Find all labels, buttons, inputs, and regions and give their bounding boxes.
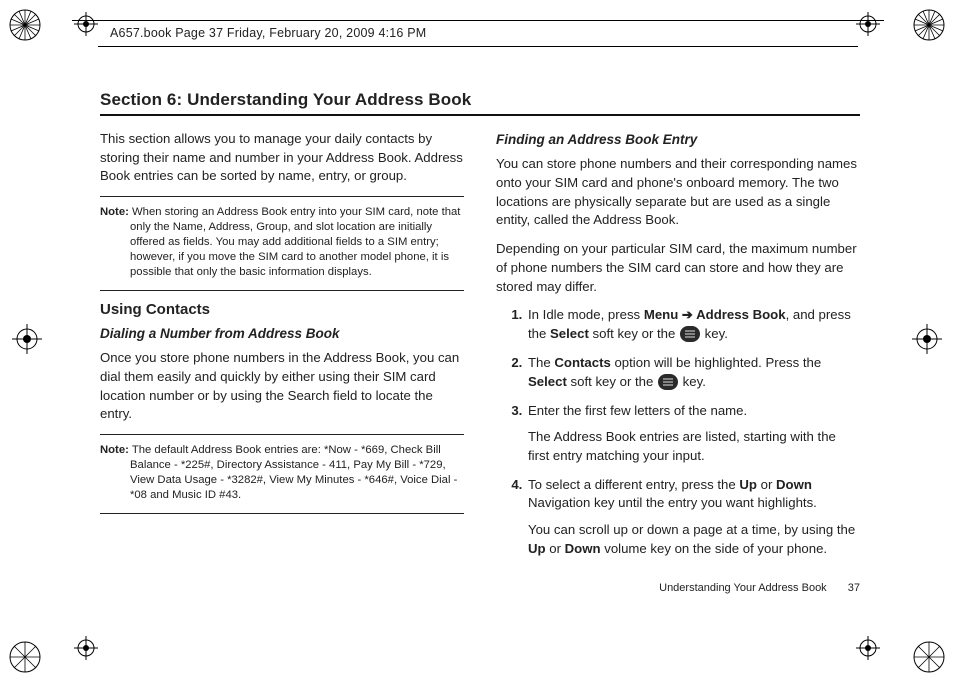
page-footer: Understanding Your Address Book 37 <box>659 581 860 597</box>
divider <box>100 434 464 435</box>
dial-paragraph: Once you store phone numbers in the Addr… <box>100 349 464 424</box>
cropmark-icon <box>912 8 946 42</box>
divider <box>100 290 464 291</box>
heading-finding: Finding an Address Book Entry <box>496 130 860 149</box>
note-2: Note: The default Address Book entries a… <box>100 443 464 503</box>
note-label: Note: <box>100 206 129 218</box>
cropmark-icon <box>8 8 42 42</box>
intro-paragraph: This section allows you to manage your d… <box>100 130 464 186</box>
header-text: A657.book Page 37 Friday, February 20, 2… <box>110 26 426 40</box>
heading-using-contacts: Using Contacts <box>100 299 464 320</box>
registration-icon <box>12 324 42 354</box>
registration-icon <box>74 636 98 660</box>
note-text: The default Address Book entries are: *N… <box>130 444 457 501</box>
step-2: The Contacts option will be highlighted.… <box>526 354 860 392</box>
registration-icon <box>856 12 880 36</box>
find-p2: Depending on your particular SIM card, t… <box>496 240 860 296</box>
step-4: To select a different entry, press the U… <box>526 476 860 559</box>
title-rule <box>100 114 860 116</box>
note-text: When storing an Address Book entry into … <box>130 206 460 278</box>
footer-label: Understanding Your Address Book <box>659 582 827 594</box>
center-key-icon <box>679 325 701 344</box>
find-p1: You can store phone numbers and their co… <box>496 155 860 230</box>
registration-icon <box>856 636 880 660</box>
note-1: Note: When storing an Address Book entry… <box>100 205 464 280</box>
divider <box>100 196 464 197</box>
registration-icon <box>74 12 98 36</box>
left-column: This section allows you to manage your d… <box>100 130 464 569</box>
step-3: Enter the first few letters of the name.… <box>526 402 860 466</box>
step-4-extra: You can scroll up or down a page at a ti… <box>528 521 860 558</box>
registration-icon <box>912 324 942 354</box>
header-rule <box>98 46 858 47</box>
header-rule <box>72 20 884 21</box>
step-1: In Idle mode, press Menu ➔ Address Book,… <box>526 306 860 344</box>
heading-dialing: Dialing a Number from Address Book <box>100 324 464 343</box>
cropmark-icon <box>8 640 42 674</box>
note-label: Note: <box>100 444 129 456</box>
center-key-icon <box>657 373 679 392</box>
cropmark-icon <box>912 640 946 674</box>
arrow-icon: ➔ <box>678 307 696 322</box>
steps-list: In Idle mode, press Menu ➔ Address Book,… <box>496 306 860 558</box>
divider <box>100 513 464 514</box>
right-column: Finding an Address Book Entry You can st… <box>496 130 860 569</box>
section-title: Section 6: Understanding Your Address Bo… <box>100 90 860 110</box>
step-3-extra: The Address Book entries are listed, sta… <box>528 428 860 465</box>
page-number: 37 <box>848 582 860 594</box>
